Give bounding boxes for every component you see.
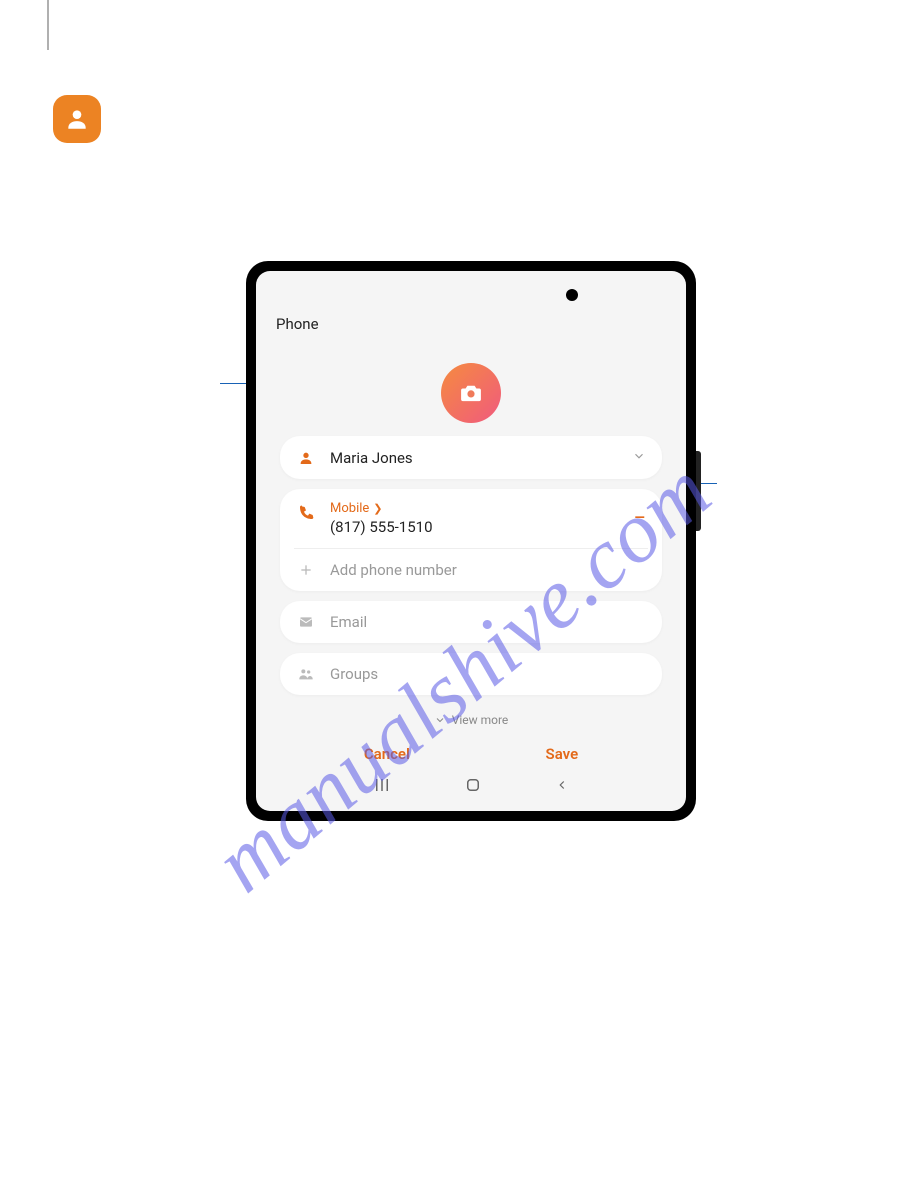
page-margin-marker xyxy=(47,0,49,50)
person-icon xyxy=(64,106,90,132)
phone-number-value: (817) 555-1510 xyxy=(330,518,619,536)
name-field[interactable]: Maria Jones xyxy=(280,436,662,479)
remove-phone-button[interactable]: − xyxy=(633,508,646,530)
name-card: Maria Jones xyxy=(280,436,662,479)
groups-card: Groups xyxy=(280,653,662,695)
storage-location-label[interactable]: Phone xyxy=(276,315,319,333)
person-icon xyxy=(296,450,316,466)
add-contact-photo-button[interactable] xyxy=(441,363,501,423)
plus-icon xyxy=(296,562,316,578)
save-button[interactable]: Save xyxy=(546,745,579,763)
add-phone-label: Add phone number xyxy=(330,561,646,579)
phone-card: Mobile ❯ (817) 555-1510 − Add phone numb… xyxy=(280,489,662,591)
groups-icon xyxy=(296,666,316,682)
chevron-down-icon[interactable] xyxy=(632,448,646,467)
back-nav-button[interactable] xyxy=(555,776,569,799)
email-icon xyxy=(296,614,316,630)
phone-type-label: Mobile xyxy=(330,501,369,516)
groups-field[interactable]: Groups xyxy=(280,653,662,695)
phone-icon xyxy=(296,505,316,521)
device-frame: Phone Maria Jones xyxy=(246,261,696,821)
email-card: Email xyxy=(280,601,662,643)
camera-icon xyxy=(460,384,482,402)
front-camera-dot xyxy=(566,289,578,301)
action-bar: Cancel Save xyxy=(256,745,686,763)
email-field[interactable]: Email xyxy=(280,601,662,643)
device-side-button xyxy=(696,451,701,531)
contact-form: Maria Jones Mobile ❯ xyxy=(280,436,662,731)
home-nav-button[interactable] xyxy=(464,776,482,799)
phone-field[interactable]: Mobile ❯ (817) 555-1510 − xyxy=(280,489,662,548)
recents-nav-button[interactable] xyxy=(373,776,391,799)
view-more-button[interactable]: View more xyxy=(280,705,662,731)
phone-type-selector[interactable]: Mobile ❯ xyxy=(330,501,619,516)
view-more-label: View more xyxy=(452,713,509,727)
cancel-button[interactable]: Cancel xyxy=(364,745,410,763)
add-phone-number-button[interactable]: Add phone number xyxy=(280,549,662,591)
name-value: Maria Jones xyxy=(330,449,618,467)
chevron-right-icon: ❯ xyxy=(373,502,382,515)
contacts-app-icon xyxy=(53,95,101,143)
groups-placeholder: Groups xyxy=(330,665,646,683)
navigation-bar xyxy=(256,776,686,799)
chevron-down-icon xyxy=(434,714,446,726)
device-screen: Phone Maria Jones xyxy=(256,271,686,811)
email-placeholder: Email xyxy=(330,613,646,631)
